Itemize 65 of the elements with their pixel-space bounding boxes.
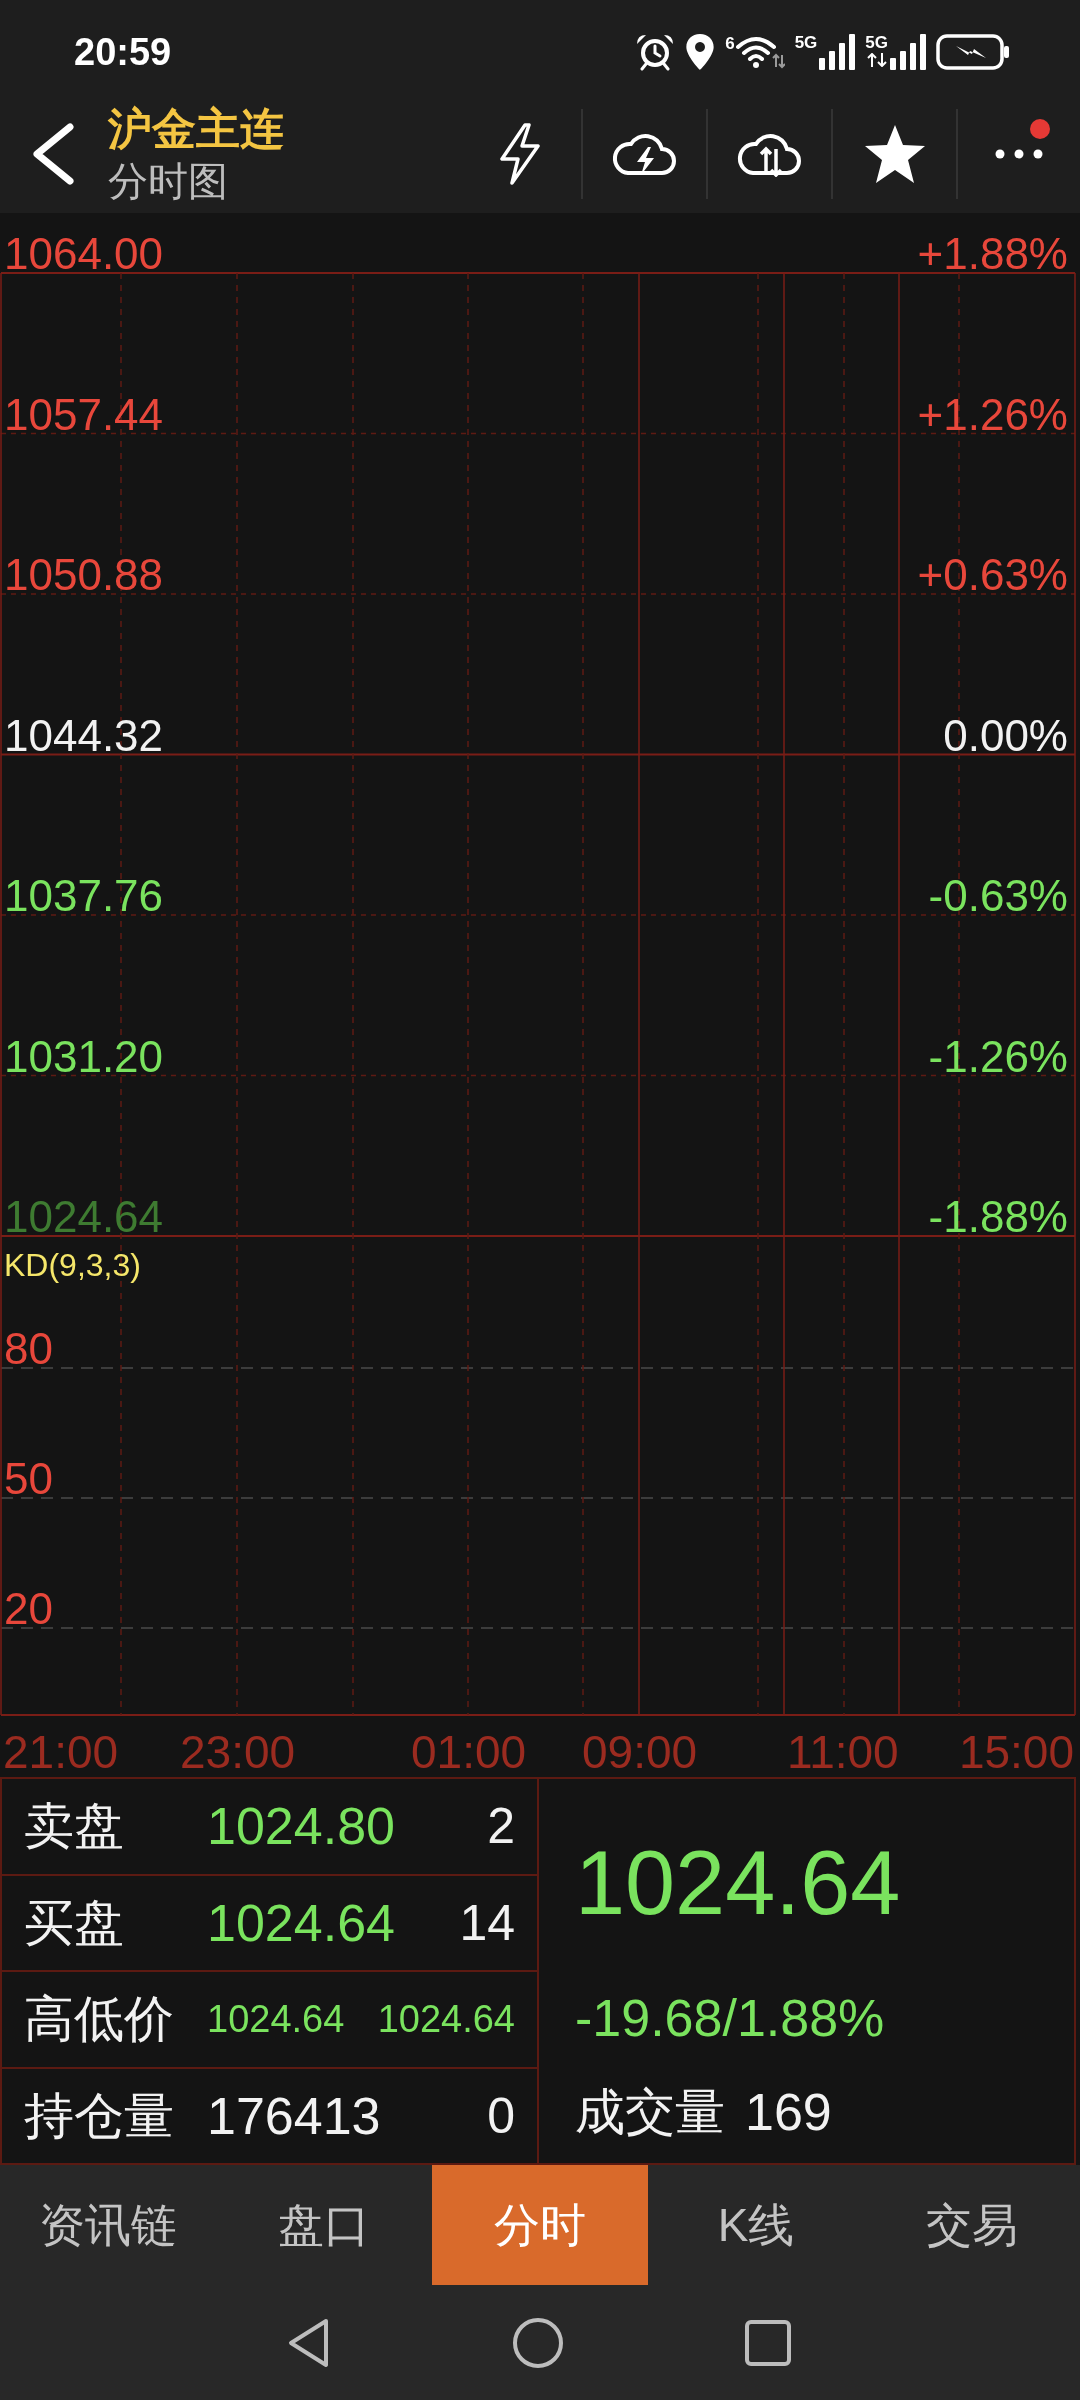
percent-label: +0.63% xyxy=(917,556,1068,594)
tab[interactable]: 资讯链 xyxy=(0,2165,216,2285)
indicator-level-label: 20 xyxy=(4,1590,53,1628)
time-label: 01:00 xyxy=(411,1729,527,1775)
tab[interactable]: 盘口 xyxy=(216,2165,432,2285)
back-icon[interactable] xyxy=(286,2316,330,2369)
time-label: 21:00 xyxy=(3,1729,119,1775)
time-label: 15:00 xyxy=(958,1729,1074,1775)
volume-label: 成交量 xyxy=(575,2083,725,2142)
back-icon[interactable] xyxy=(30,123,76,185)
order-price: 1024.80 xyxy=(207,1796,395,1857)
wifi-label: 6 xyxy=(725,34,735,53)
tab[interactable]: 交易 xyxy=(864,2165,1080,2285)
volume-value: 169 xyxy=(745,2082,832,2142)
percent-label: -0.63% xyxy=(928,877,1068,915)
signal-icon xyxy=(890,33,926,70)
alarm-clock-icon xyxy=(635,32,676,71)
high-price: 1024.64 xyxy=(207,1997,345,2043)
more-icon[interactable] xyxy=(995,149,1043,159)
indicator-level-label: 50 xyxy=(4,1460,53,1498)
price-label: 1064.00 xyxy=(4,235,164,273)
signal-icon xyxy=(819,33,856,70)
home-icon[interactable] xyxy=(512,2316,564,2369)
network-label: 5G xyxy=(794,32,818,53)
time-label: 09:00 xyxy=(582,1729,698,1775)
quote-label: 持仓量 xyxy=(24,2086,175,2146)
instrument-title: 沪金主连 xyxy=(108,103,284,155)
price-change: -19.68/1.88% xyxy=(575,1988,885,2048)
percent-label: -1.88% xyxy=(928,1198,1068,1236)
quote-label: 买盘 xyxy=(24,1893,125,1953)
price-label: 1050.88 xyxy=(4,556,164,594)
cloud-lightning-icon[interactable] xyxy=(611,131,678,177)
network-label: 5G xyxy=(865,32,888,53)
tab[interactable]: K线 xyxy=(648,2165,864,2285)
quote-label: 卖盘 xyxy=(24,1797,125,1857)
recents-icon[interactable] xyxy=(745,2319,791,2366)
percent-label: +1.26% xyxy=(917,395,1068,434)
order-volume: 2 xyxy=(487,1797,515,1857)
status-time: 20:59 xyxy=(74,30,172,73)
open-interest-value: 176413 xyxy=(207,2085,381,2146)
percent-label: +1.88% xyxy=(917,235,1068,273)
location-icon xyxy=(685,33,716,70)
open-interest-change: 0 xyxy=(487,2086,515,2146)
indicator-level-label: 80 xyxy=(4,1330,53,1368)
star-icon[interactable] xyxy=(863,124,926,184)
low-price: 1024.64 xyxy=(377,1997,515,2043)
order-volume: 14 xyxy=(459,1893,515,1953)
time-label: 11:00 xyxy=(787,1729,899,1775)
price-label: 1024.64 xyxy=(4,1198,164,1236)
percent-label: -1.26% xyxy=(928,1037,1068,1076)
cloud-arrows-icon[interactable] xyxy=(736,131,803,177)
price-label: 1044.32 xyxy=(4,716,164,755)
price-label: 1057.44 xyxy=(4,395,164,434)
quote-label: 高低价 xyxy=(24,1990,175,2050)
lightning-icon[interactable] xyxy=(497,123,542,185)
indicator-title: KD(9,3,3) xyxy=(3,1248,141,1282)
order-price: 1024.64 xyxy=(207,1892,395,1953)
price-label: 1037.76 xyxy=(4,877,164,915)
price-label: 1031.20 xyxy=(4,1037,164,1076)
percent-label: 0.00% xyxy=(943,716,1068,755)
battery-icon xyxy=(936,33,1010,70)
view-subtitle: 分时图 xyxy=(108,158,229,205)
time-label: 23:00 xyxy=(180,1729,296,1775)
wifi-icon xyxy=(734,34,785,69)
last-price: 1024.64 xyxy=(575,1833,901,1933)
